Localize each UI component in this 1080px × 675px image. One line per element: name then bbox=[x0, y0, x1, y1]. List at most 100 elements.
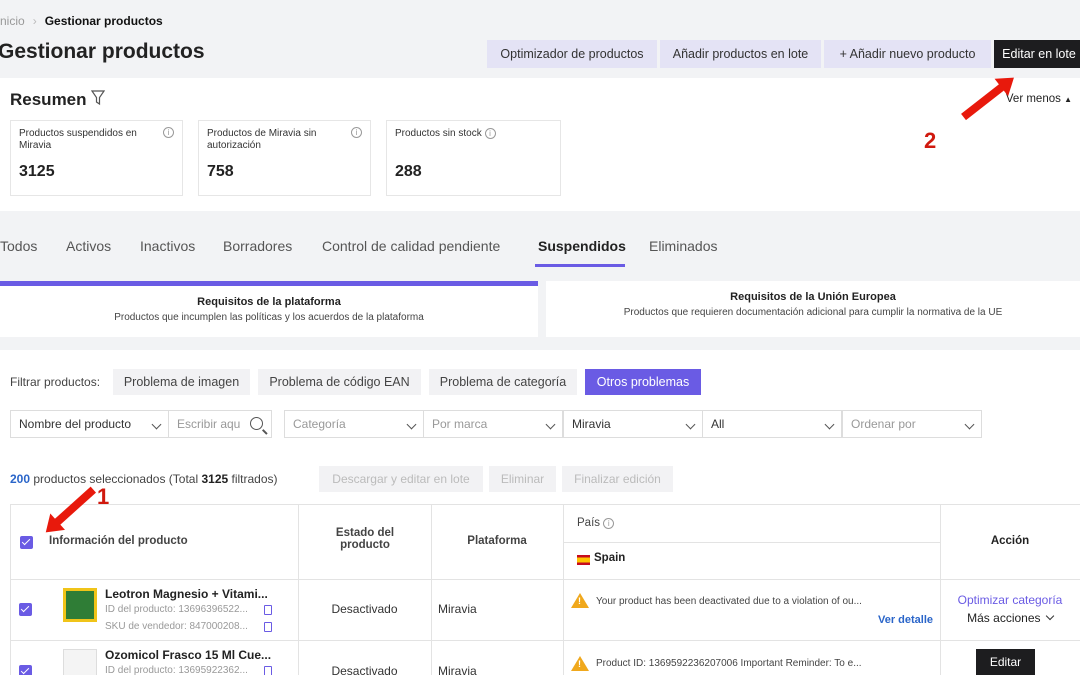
filter-label: Filtrar productos: bbox=[10, 375, 101, 389]
chip-ean-problem[interactable]: Problema de código EAN bbox=[258, 369, 421, 395]
search-placeholder: Escribir aqu bbox=[177, 417, 241, 431]
subtab-eu-requirements[interactable]: Requisitos de la Unión Europea Productos… bbox=[546, 281, 1080, 337]
header-status: Estado del producto bbox=[335, 527, 395, 551]
tab-suspendidos[interactable]: Suspendidos bbox=[538, 238, 626, 254]
select-all-checkbox[interactable] bbox=[20, 536, 33, 549]
filter-icon[interactable] bbox=[91, 90, 105, 106]
copy-icon[interactable] bbox=[264, 666, 272, 675]
product-status: Desactivado bbox=[331, 664, 398, 675]
page-title: Gestionar productos bbox=[0, 40, 205, 63]
summary-card-unauthorized[interactable]: Productos de Miravia sin autorización i … bbox=[198, 120, 371, 196]
card-value: 288 bbox=[395, 163, 422, 180]
finish-edit-button[interactable]: Finalizar edición bbox=[562, 466, 673, 492]
select-value: All bbox=[711, 417, 725, 431]
delete-button[interactable]: Eliminar bbox=[489, 466, 556, 492]
row-checkbox[interactable] bbox=[19, 665, 32, 675]
subtab-title: Requisitos de la Unión Europea bbox=[730, 291, 896, 303]
chip-image-problem[interactable]: Problema de imagen bbox=[113, 369, 250, 395]
tab-todos[interactable]: Todos bbox=[0, 238, 37, 254]
breadcrumb-home-link[interactable]: nicio bbox=[0, 14, 25, 28]
summary-card-out-of-stock[interactable]: Productos sin stock i 288 bbox=[386, 120, 561, 196]
bulk-edit-button[interactable]: Editar en lote bbox=[994, 40, 1080, 68]
header-platform: Plataforma bbox=[467, 535, 527, 547]
platform-select[interactable]: Miravia bbox=[563, 410, 703, 438]
chip-category-problem[interactable]: Problema de categoría bbox=[429, 369, 577, 395]
annotation-number-2: 2 bbox=[924, 128, 937, 153]
chevron-down-icon bbox=[545, 419, 556, 430]
chevron-down-icon bbox=[151, 419, 162, 430]
info-icon[interactable]: i bbox=[484, 128, 496, 139]
info-icon[interactable]: i bbox=[351, 127, 362, 138]
bulk-add-products-button[interactable]: Añadir productos en lote bbox=[660, 40, 821, 68]
suspension-message: Product ID: 1369592236207006 Important R… bbox=[596, 658, 862, 669]
copy-icon[interactable] bbox=[264, 605, 272, 615]
sort-select[interactable]: Ordenar por bbox=[842, 410, 982, 438]
product-list-panel: Filtrar productos: Problema de imagen Pr… bbox=[0, 350, 1080, 675]
spain-flag-icon bbox=[577, 555, 590, 565]
product-thumbnail[interactable] bbox=[63, 649, 97, 675]
caret-up-icon: ▲ bbox=[1064, 95, 1072, 104]
download-bulk-edit-button[interactable]: Descargar y editar en lote bbox=[319, 466, 483, 492]
search-input[interactable]: Escribir aqu bbox=[168, 410, 272, 438]
chevron-down-icon bbox=[685, 419, 696, 430]
search-field-select[interactable]: Nombre del producto bbox=[10, 410, 169, 438]
product-thumbnail[interactable] bbox=[63, 588, 97, 622]
tab-activos[interactable]: Activos bbox=[66, 238, 111, 254]
product-platform: Miravia bbox=[438, 602, 477, 616]
select-value: Por marca bbox=[432, 417, 488, 431]
product-sku: SKU de vendedor: 847000208... bbox=[105, 621, 248, 632]
card-label: Productos suspendidos en Miravia bbox=[19, 128, 137, 151]
collapse-summary-toggle[interactable]: Ver menos ▲ bbox=[1006, 93, 1072, 105]
product-platform: Miravia bbox=[438, 664, 477, 675]
breadcrumb-current: Gestionar productos bbox=[44, 14, 163, 28]
product-id: ID del producto: 13695922362... bbox=[105, 665, 248, 675]
edit-button[interactable]: Editar bbox=[976, 649, 1035, 675]
search-icon[interactable] bbox=[250, 417, 263, 430]
card-label: Productos sin stock i bbox=[395, 128, 496, 140]
category-select[interactable]: Categoría bbox=[284, 410, 424, 438]
brand-select[interactable]: Por marca bbox=[423, 410, 563, 438]
card-value: 3125 bbox=[19, 163, 55, 180]
row-checkbox[interactable] bbox=[19, 603, 32, 616]
info-icon[interactable]: i bbox=[603, 518, 615, 529]
tab-inactivos[interactable]: Inactivos bbox=[140, 238, 195, 254]
summary-title: Resumen bbox=[10, 90, 87, 109]
add-new-product-button[interactable]: + Añadir nuevo producto bbox=[824, 40, 991, 68]
warning-icon bbox=[571, 593, 589, 608]
info-icon[interactable]: i bbox=[163, 127, 174, 138]
select-value: Ordenar por bbox=[851, 417, 916, 431]
chevron-down-icon bbox=[406, 419, 417, 430]
card-value: 758 bbox=[207, 163, 234, 180]
product-status: Desactivado bbox=[331, 602, 398, 616]
annotation-number-1: 1 bbox=[97, 484, 110, 509]
card-label-text: Productos sin stock bbox=[395, 128, 482, 140]
tab-eliminados[interactable]: Eliminados bbox=[649, 238, 717, 254]
select-value: Categoría bbox=[293, 417, 346, 431]
active-tab-indicator bbox=[535, 264, 625, 267]
summary-card-suspended[interactable]: Productos suspendidos en Miravia i 3125 bbox=[10, 120, 183, 196]
more-actions-dropdown[interactable]: Más acciones bbox=[940, 611, 1080, 625]
select-value: Miravia bbox=[572, 417, 611, 431]
chevron-down-icon bbox=[1045, 611, 1055, 621]
chevron-down-icon bbox=[964, 419, 975, 430]
header-action: Acción bbox=[990, 535, 1030, 547]
tab-control-calidad[interactable]: Control de calidad pendiente bbox=[322, 238, 500, 254]
optimize-category-link[interactable]: Optimizar categoría bbox=[940, 593, 1080, 607]
all-select[interactable]: All bbox=[702, 410, 842, 438]
product-name[interactable]: Ozomicol Frasco 15 Ml Cue... bbox=[105, 648, 271, 662]
breadcrumb: nicio › Gestionar productos bbox=[0, 14, 163, 28]
product-name[interactable]: Leotron Magnesio + Vitami... bbox=[105, 587, 268, 601]
select-value: Nombre del producto bbox=[19, 417, 132, 431]
selected-count: 200 bbox=[10, 472, 31, 486]
more-actions-label: Más acciones bbox=[967, 611, 1041, 625]
product-id: ID del producto: 13696396522... bbox=[105, 604, 248, 615]
chip-other-problems[interactable]: Otros problemas bbox=[585, 369, 701, 395]
view-detail-link[interactable]: Ver detalle bbox=[878, 614, 933, 626]
collapse-label: Ver menos bbox=[1005, 93, 1061, 105]
summary-panel: Resumen Ver menos ▲ Productos suspendido… bbox=[0, 78, 1080, 211]
selection-summary: 200 productos seleccionados (Total 3125 … bbox=[10, 472, 278, 486]
tab-borradores[interactable]: Borradores bbox=[223, 238, 292, 254]
subtab-platform-requirements[interactable]: Requisitos de la plataforma Productos qu… bbox=[0, 281, 538, 337]
product-optimizer-button[interactable]: Optimizador de productos bbox=[487, 40, 657, 68]
copy-icon[interactable] bbox=[264, 622, 272, 632]
